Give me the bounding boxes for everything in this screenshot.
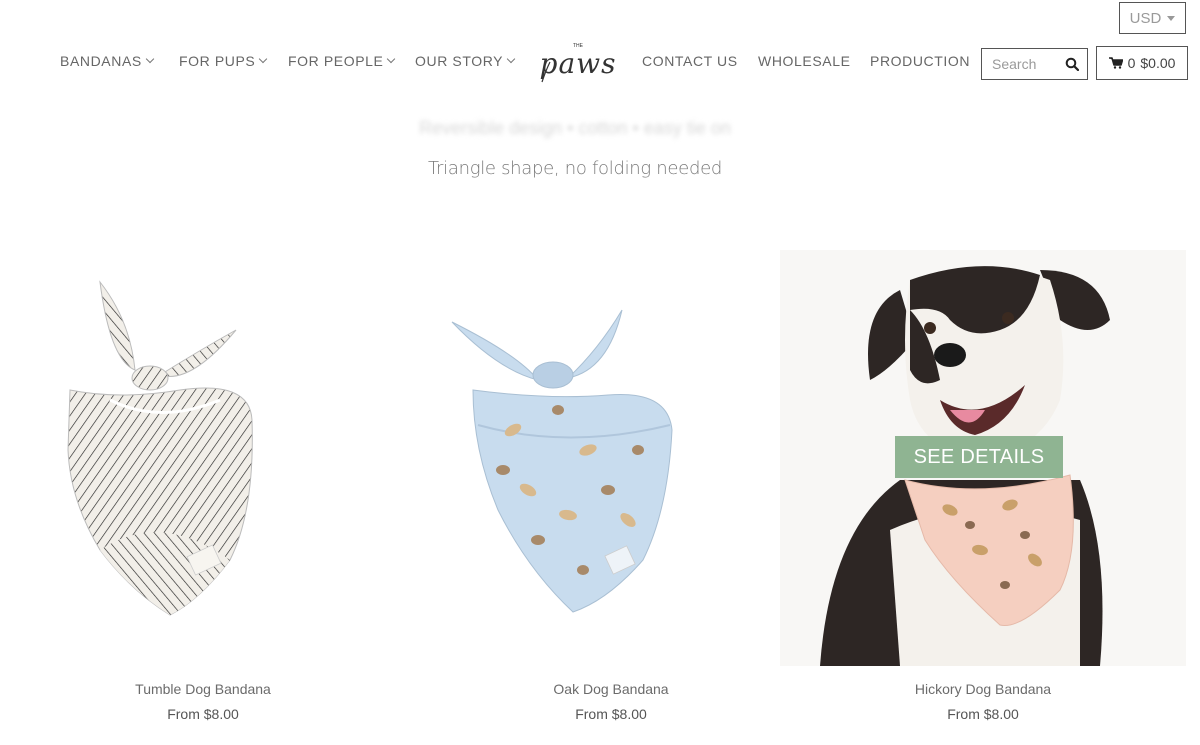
collection-subtitle: Triangle shape, no folding needed [428,158,722,179]
faded-heading: Reversible design • cotton • easy tie on [419,118,731,138]
nav-for-pups[interactable]: FOR PUPS [179,53,268,69]
nav-contact-us[interactable]: CONTACT US [642,53,738,69]
currency-label: USD [1129,9,1162,27]
product-price: From $8.00 [575,706,647,722]
caret-down-icon [1167,15,1176,21]
product-name[interactable]: Hickory Dog Bandana [780,681,1186,697]
nav-for-people[interactable]: FOR PEOPLE [288,53,396,69]
logo-main-text: paws [540,47,617,80]
product-price: From $8.00 [167,706,239,722]
the-paws-logo[interactable]: THE paws [536,40,618,84]
nav-label: FOR PUPS [179,53,256,69]
cart-button[interactable]: 0 $0.00 [1096,46,1188,80]
nav-label: CONTACT US [642,53,738,69]
product-card-hickory[interactable]: SEE DETAILS Hickory Dog Bandana From $8.… [780,250,1186,722]
chevron-down-icon [259,54,268,64]
tumble-bandana-image[interactable] [0,250,406,666]
currency-selector[interactable]: USD [1119,2,1186,34]
nav-bandanas[interactable]: BANDANAS [60,53,155,69]
cart-icon [1108,57,1123,69]
product-price: From $8.00 [947,706,1019,722]
nav-label: FOR PEOPLE [288,53,384,69]
search-icon[interactable] [1065,57,1079,71]
see-details-button[interactable]: SEE DETAILS [895,436,1063,478]
search-box [981,48,1088,80]
product-card-tumble[interactable]: Tumble Dog Bandana From $8.00 [0,250,406,722]
nav-label: OUR STORY [415,53,504,69]
chevron-down-icon [506,54,516,64]
cart-count: 0 [1127,55,1136,71]
cart-total: $0.00 [1140,55,1176,71]
oak-bandana-image[interactable] [408,250,814,666]
product-card-oak[interactable]: Oak Dog Bandana From $8.00 [408,250,814,722]
nav-our-story[interactable]: OUR STORY [415,53,516,69]
product-name[interactable]: Oak Dog Bandana [408,681,814,697]
nav-label: PRODUCTION [870,53,971,69]
chevron-down-icon [387,54,396,64]
nav-label: BANDANAS [60,53,142,69]
nav-production[interactable]: PRODUCTION [870,53,970,69]
nav-wholesale[interactable]: WHOLESALE [758,53,851,69]
chevron-down-icon [145,54,155,64]
product-name[interactable]: Tumble Dog Bandana [0,681,406,697]
nav-label: WHOLESALE [758,53,851,69]
search-input[interactable] [992,56,1062,72]
